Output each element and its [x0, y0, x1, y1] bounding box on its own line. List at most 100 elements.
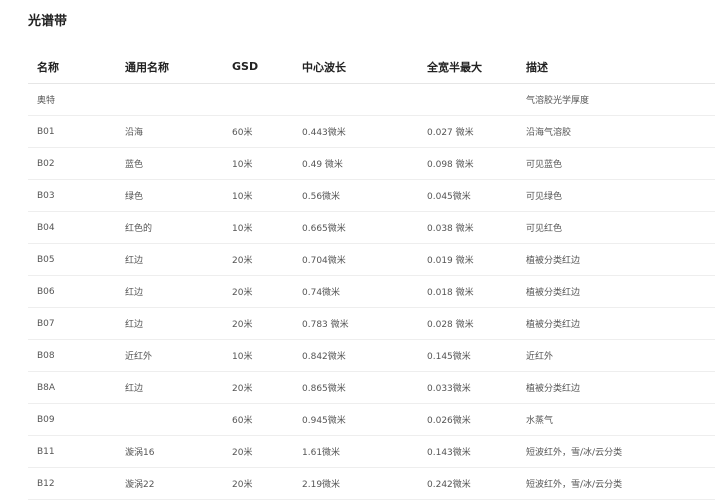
cell-common-name: 红边 [116, 275, 223, 308]
cell-gsd: 60米 [223, 115, 293, 148]
table-row: B09 60米 0.945微米 0.026微米 水蒸气 [28, 403, 715, 436]
spectral-bands-table: 名称 通用名称 GSD 中心波长 全宽半最大 描述 奥特 气溶胶光学厚度 B01 沿海… [28, 50, 715, 500]
cell-center-wavelength: 0.443微米 [293, 115, 418, 148]
cell-center-wavelength: 0.783 微米 [293, 307, 418, 340]
cell-gsd: 10米 [223, 147, 293, 180]
cell-description: 沿海气溶胶 [517, 115, 715, 148]
cell-band-name: B11 [28, 435, 116, 468]
cell-common-name: 漩涡16 [116, 435, 223, 468]
cell-description: 植被分类红边 [517, 371, 715, 404]
cell-gsd: 20米 [223, 307, 293, 340]
column-header-description: 描述 [517, 50, 715, 84]
cell-common-name: 红色的 [116, 211, 223, 244]
cell-description: 植被分类红边 [517, 307, 715, 340]
cell-band-name: 奥特 [28, 83, 116, 116]
table-row: B11 漩涡16 20米 1.61微米 0.143微米 短波红外，雪/冰/云分类 [28, 435, 715, 468]
column-header-name: 名称 [28, 50, 116, 84]
cell-fwhm: 0.045微米 [418, 179, 517, 212]
cell-fwhm [418, 83, 517, 116]
cell-center-wavelength: 0.49 微米 [293, 147, 418, 180]
cell-band-name: B01 [28, 115, 116, 148]
cell-fwhm: 0.018 微米 [418, 275, 517, 308]
table-row: B05 红边 20米 0.704微米 0.019 微米 植被分类红边 [28, 243, 715, 276]
cell-description: 气溶胶光学厚度 [517, 83, 715, 116]
cell-center-wavelength: 0.865微米 [293, 371, 418, 404]
cell-fwhm: 0.145微米 [418, 339, 517, 372]
cell-common-name [116, 83, 223, 116]
cell-center-wavelength: 2.19微米 [293, 467, 418, 500]
cell-center-wavelength [293, 83, 418, 116]
cell-band-name: B12 [28, 467, 116, 500]
table-row: B01 沿海 60米 0.443微米 0.027 微米 沿海气溶胶 [28, 115, 715, 148]
cell-band-name: B02 [28, 147, 116, 180]
cell-description: 可见蓝色 [517, 147, 715, 180]
cell-center-wavelength: 0.842微米 [293, 339, 418, 372]
column-header-fwhm: 全宽半最大 [418, 50, 517, 84]
cell-common-name: 蓝色 [116, 147, 223, 180]
cell-fwhm: 0.242微米 [418, 467, 517, 500]
cell-common-name: 红边 [116, 371, 223, 404]
table-row: 奥特 气溶胶光学厚度 [28, 83, 715, 116]
cell-fwhm: 0.028 微米 [418, 307, 517, 340]
section-title: 光谱带 [28, 14, 68, 29]
table-row: B07 红边 20米 0.783 微米 0.028 微米 植被分类红边 [28, 307, 715, 340]
cell-description: 可见绿色 [517, 179, 715, 212]
column-header-common-name: 通用名称 [116, 50, 223, 84]
cell-center-wavelength: 0.665微米 [293, 211, 418, 244]
cell-band-name: B09 [28, 403, 116, 436]
cell-fwhm: 0.143微米 [418, 435, 517, 468]
cell-description: 植被分类红边 [517, 243, 715, 276]
cell-band-name: B8A [28, 371, 116, 404]
table-row: B03 绿色 10米 0.56微米 0.045微米 可见绿色 [28, 179, 715, 212]
cell-description: 水蒸气 [517, 403, 715, 436]
cell-center-wavelength: 0.74微米 [293, 275, 418, 308]
cell-gsd: 20米 [223, 243, 293, 276]
cell-band-name: B05 [28, 243, 116, 276]
cell-common-name [116, 403, 223, 436]
cell-band-name: B06 [28, 275, 116, 308]
cell-center-wavelength: 0.56微米 [293, 179, 418, 212]
table-row: B02 蓝色 10米 0.49 微米 0.098 微米 可见蓝色 [28, 147, 715, 180]
table-row: B04 红色的 10米 0.665微米 0.038 微米 可见红色 [28, 211, 715, 244]
cell-common-name: 近红外 [116, 339, 223, 372]
cell-gsd: 10米 [223, 179, 293, 212]
cell-gsd: 20米 [223, 275, 293, 308]
cell-center-wavelength: 0.945微米 [293, 403, 418, 436]
table-row: B06 红边 20米 0.74微米 0.018 微米 植被分类红边 [28, 275, 715, 308]
cell-fwhm: 0.033微米 [418, 371, 517, 404]
cell-gsd: 60米 [223, 403, 293, 436]
cell-description: 短波红外，雪/冰/云分类 [517, 467, 715, 500]
cell-description: 植被分类红边 [517, 275, 715, 308]
cell-description: 近红外 [517, 339, 715, 372]
cell-band-name: B07 [28, 307, 116, 340]
cell-common-name: 红边 [116, 307, 223, 340]
cell-center-wavelength: 1.61微米 [293, 435, 418, 468]
cell-common-name: 沿海 [116, 115, 223, 148]
column-header-gsd: GSD [223, 50, 293, 84]
cell-center-wavelength: 0.704微米 [293, 243, 418, 276]
cell-fwhm: 0.038 微米 [418, 211, 517, 244]
cell-fwhm: 0.019 微米 [418, 243, 517, 276]
cell-gsd: 20米 [223, 435, 293, 468]
cell-band-name: B03 [28, 179, 116, 212]
cell-common-name: 绿色 [116, 179, 223, 212]
cell-fwhm: 0.098 微米 [418, 147, 517, 180]
cell-fwhm: 0.027 微米 [418, 115, 517, 148]
cell-gsd: 20米 [223, 467, 293, 500]
page: 光谱带 名称 通用名称 GSD 中心波长 全宽半最大 描述 奥特 气溶胶光学厚度 B… [0, 0, 715, 500]
table-row: B08 近红外 10米 0.842微米 0.145微米 近红外 [28, 339, 715, 372]
cell-gsd: 10米 [223, 211, 293, 244]
cell-band-name: B04 [28, 211, 116, 244]
column-header-center-wavelength: 中心波长 [293, 50, 418, 84]
cell-common-name: 漩涡22 [116, 467, 223, 500]
table-header-row: 名称 通用名称 GSD 中心波长 全宽半最大 描述 [28, 50, 715, 84]
cell-description: 可见红色 [517, 211, 715, 244]
cell-gsd [223, 83, 293, 116]
cell-band-name: B08 [28, 339, 116, 372]
table-row: B12 漩涡22 20米 2.19微米 0.242微米 短波红外，雪/冰/云分类 [28, 467, 715, 500]
cell-gsd: 20米 [223, 371, 293, 404]
table-row: B8A 红边 20米 0.865微米 0.033微米 植被分类红边 [28, 371, 715, 404]
cell-fwhm: 0.026微米 [418, 403, 517, 436]
table-body: 奥特 气溶胶光学厚度 B01 沿海 60米 0.443微米 0.027 微米 沿海气溶胶 B02… [28, 83, 715, 500]
cell-description: 短波红外，雪/冰/云分类 [517, 435, 715, 468]
